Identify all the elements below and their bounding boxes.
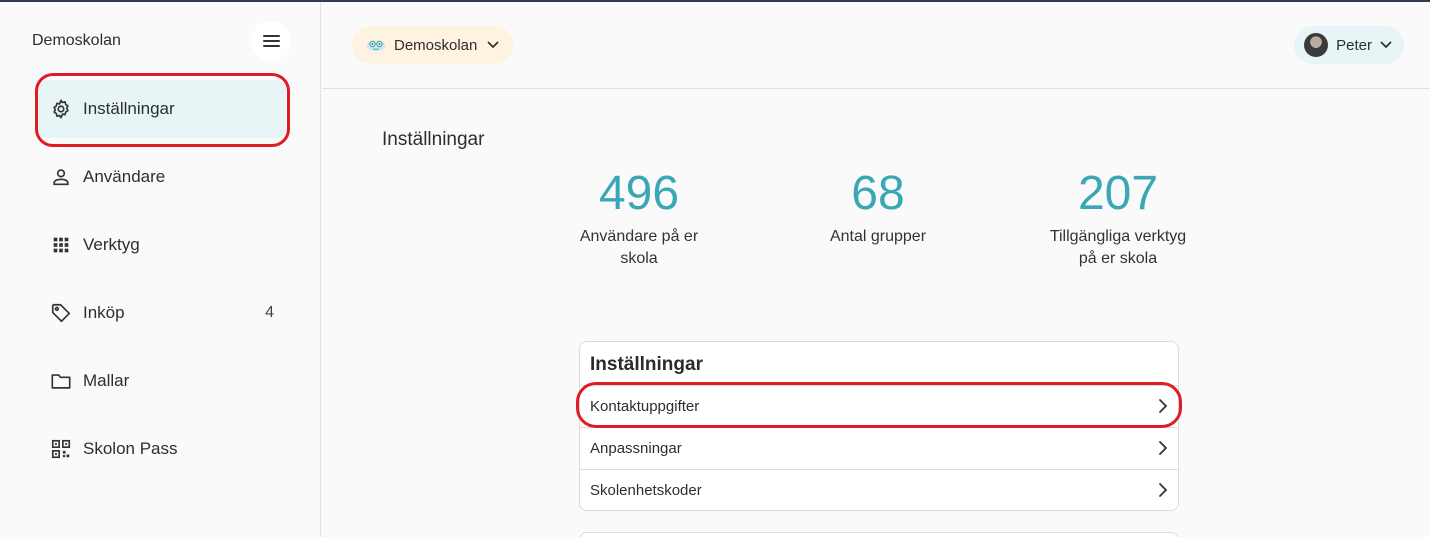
sidebar-item-label: Inköp bbox=[83, 303, 125, 322]
settings-card: Inställningar Kontaktuppgifter Anpassnin… bbox=[579, 341, 1179, 511]
school-name: Demoskolan bbox=[394, 36, 478, 54]
stat-value: 207 bbox=[1077, 167, 1159, 220]
stat-caption: Tillgängliga verktyg på er skola bbox=[1049, 228, 1187, 267]
settings-row-label: Skolenhetskoder bbox=[590, 482, 702, 499]
sidebar-item-installningar[interactable]: Inställningar bbox=[38, 80, 286, 138]
settings-card-title: Inställningar bbox=[590, 354, 703, 375]
avatar bbox=[1304, 33, 1329, 57]
tag-icon bbox=[50, 302, 72, 324]
sidebar: Demoskolan Inställningar Användare Verkt… bbox=[0, 2, 321, 537]
sidebar-item-label: Skolon Pass bbox=[83, 439, 178, 458]
stat-groups: 68 Antal grupper bbox=[778, 166, 978, 248]
chevron-down-icon bbox=[487, 41, 499, 49]
menu-toggle-button[interactable] bbox=[251, 21, 291, 61]
chevron-right-icon bbox=[1159, 441, 1168, 455]
sidebar-item-anvandare[interactable]: Användare bbox=[38, 148, 286, 206]
user-name: Peter bbox=[1336, 36, 1372, 54]
user-menu[interactable]: Peter bbox=[1294, 26, 1404, 64]
sidebar-school-name: Demoskolan bbox=[32, 32, 121, 49]
page-title: Inställningar bbox=[382, 129, 485, 150]
purchase-count-badge: 4 bbox=[265, 304, 274, 321]
settings-row-skolenhetskoder[interactable]: Skolenhetskoder bbox=[580, 469, 1178, 510]
hamburger-icon bbox=[262, 35, 280, 47]
stat-users: 496 Användare på er skola bbox=[539, 166, 739, 270]
sidebar-item-skolon-pass[interactable]: Skolon Pass bbox=[38, 420, 286, 478]
settings-row-label: Anpassningar bbox=[590, 440, 682, 457]
chevron-down-icon bbox=[1380, 41, 1392, 49]
grid-icon bbox=[50, 234, 72, 256]
sidebar-item-label: Mallar bbox=[83, 371, 130, 390]
sidebar-item-label: Användare bbox=[83, 167, 166, 186]
stat-caption: Antal grupper bbox=[829, 228, 927, 245]
sidebar-item-label: Verktyg bbox=[83, 235, 140, 254]
settings-row-anpassningar[interactable]: Anpassningar bbox=[580, 427, 1178, 469]
stat-caption: Användare på er skola bbox=[579, 228, 699, 267]
school-logo-icon bbox=[367, 40, 385, 52]
sidebar-item-mallar[interactable]: Mallar bbox=[38, 352, 286, 410]
settings-row-label: Kontaktuppgifter bbox=[590, 398, 700, 415]
qr-code-icon bbox=[50, 438, 72, 460]
sidebar-item-label: Inställningar bbox=[83, 99, 175, 118]
stat-tools: 207 Tillgängliga verktyg på er skola bbox=[1018, 166, 1218, 270]
person-icon bbox=[50, 166, 72, 188]
stat-value: 68 bbox=[851, 167, 905, 220]
chevron-right-icon bbox=[1159, 399, 1168, 413]
sidebar-item-verktyg[interactable]: Verktyg bbox=[38, 216, 286, 274]
settings-row-kontaktuppgifter[interactable]: Kontaktuppgifter bbox=[580, 385, 1178, 427]
gear-icon bbox=[50, 98, 72, 120]
school-selector[interactable]: Demoskolan bbox=[352, 26, 514, 64]
chevron-right-icon bbox=[1159, 483, 1168, 497]
top-header: Demoskolan Peter bbox=[322, 2, 1430, 89]
stat-value: 496 bbox=[598, 167, 680, 220]
folder-icon bbox=[50, 370, 72, 392]
next-card bbox=[579, 532, 1179, 537]
sidebar-item-inkop[interactable]: Inköp 4 bbox=[38, 284, 286, 342]
